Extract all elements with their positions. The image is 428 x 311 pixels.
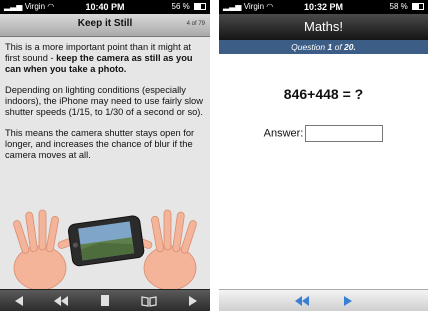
math-problem: 846+448 = ? (283, 86, 364, 102)
nav-bar: Keep it Still 4 of 79 (0, 14, 210, 37)
paragraph-1: This is a more important point than it m… (5, 42, 193, 74)
article-text: This is a more important point than it m… (5, 42, 205, 171)
answer-input[interactable] (305, 125, 384, 142)
play-icon[interactable] (339, 293, 357, 308)
book-icon[interactable] (140, 293, 158, 308)
bottom-toolbar (0, 289, 210, 311)
forward-arrow-icon[interactable] (184, 293, 202, 308)
battery-percent: 56 % (171, 2, 190, 11)
app-title: Maths! (303, 19, 343, 34)
answer-label: Answer: (263, 127, 304, 140)
page-title: Keep it Still (77, 18, 133, 29)
paragraph-2: Depending on lighting conditions (especi… (5, 85, 203, 117)
question-progress-bar: Question 1 of 20. (219, 40, 428, 54)
battery-icon (194, 3, 206, 11)
bottom-toolbar (219, 289, 428, 311)
question-total: 20. (344, 42, 356, 52)
battery-icon (412, 3, 424, 11)
rewind-icon[interactable] (52, 293, 70, 308)
rewind-icon[interactable] (293, 293, 311, 308)
status-bar: ▂▃▅ Virgin ◠ 10:32 PM 58 % (219, 0, 428, 14)
nav-bar: Maths! (219, 14, 428, 40)
hands-holding-iphone-illustration (0, 198, 210, 291)
left-phone-screen: ▂▃▅ Virgin ◠ 10:40 PM 56 % Keep it Still… (0, 0, 210, 311)
paragraph-3: This means the camera shutter stays open… (5, 128, 195, 160)
status-bar: ▂▃▅ Virgin ◠ 10:40 PM 56 % (0, 0, 210, 14)
page-counter: 4 of 79 (186, 21, 205, 27)
right-phone-screen: ▂▃▅ Virgin ◠ 10:32 PM 58 % Maths! Questi… (219, 0, 428, 311)
answer-row: Answer: (219, 125, 428, 142)
back-arrow-icon[interactable] (10, 293, 28, 308)
page-icon[interactable] (96, 293, 114, 308)
battery-percent: 58 % (389, 2, 408, 11)
